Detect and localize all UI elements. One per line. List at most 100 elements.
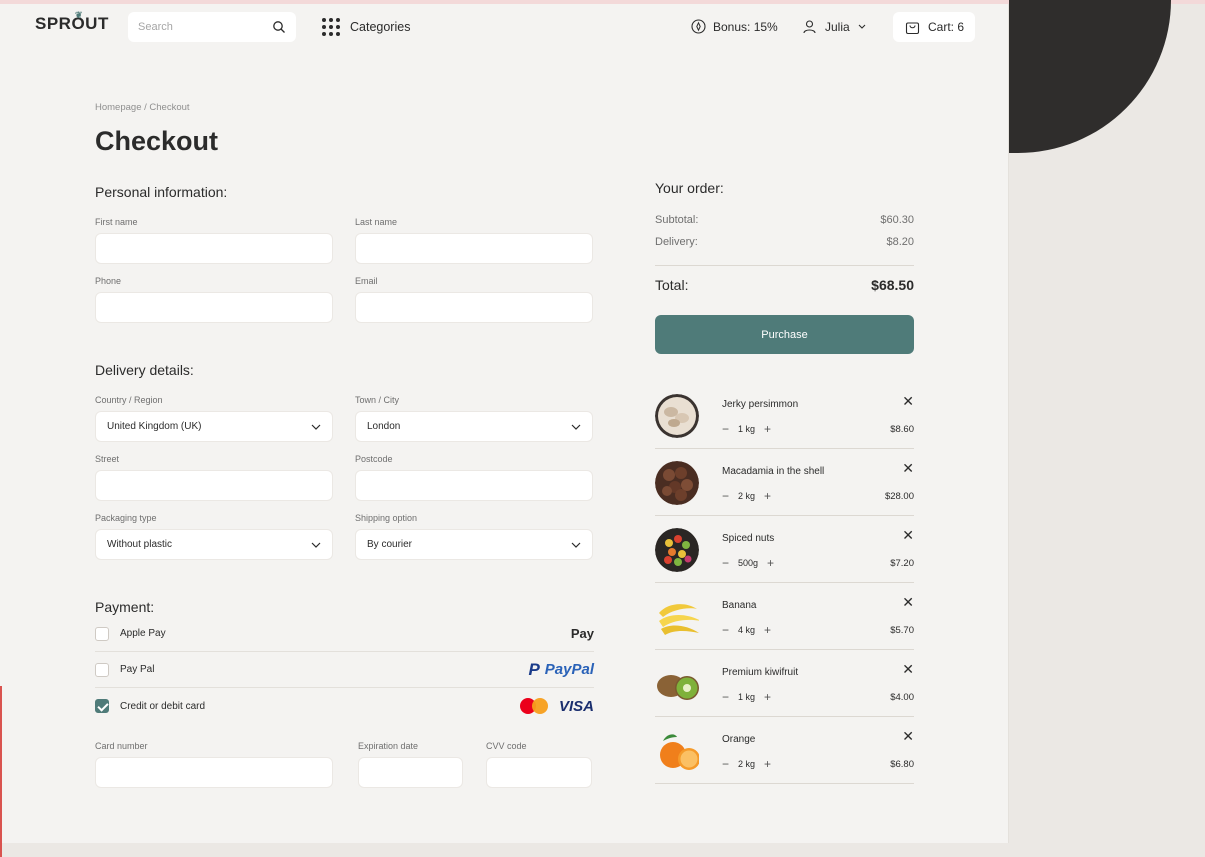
delivery-row: Delivery: $8.20	[655, 236, 914, 248]
search-placeholder: Search	[138, 21, 173, 33]
country-label: Country / Region	[95, 395, 163, 405]
plus-icon[interactable]: +	[767, 556, 774, 570]
email-field[interactable]	[355, 292, 593, 323]
cart-button[interactable]: Cart: 6	[893, 12, 975, 42]
apple-pay-checkbox[interactable]	[95, 626, 109, 641]
apple-pay-logo-text: Pay	[570, 626, 594, 641]
postcode-field[interactable]	[355, 470, 593, 501]
item-price: $7.20	[890, 558, 914, 569]
last-name-label: Last name	[355, 217, 398, 227]
kiwifruit-image	[655, 662, 699, 706]
first-name-field[interactable]	[95, 233, 333, 264]
macadamia-image	[655, 461, 699, 505]
cvv-field[interactable]	[486, 757, 592, 788]
bonus-label: Bonus: 15%	[713, 19, 778, 34]
user-menu[interactable]: Julia	[802, 19, 866, 34]
phone-field[interactable]	[95, 292, 333, 323]
personal-info-heading: Personal information:	[95, 184, 228, 200]
quantity-stepper[interactable]: − 4 kg +	[722, 623, 771, 637]
street-field[interactable]	[95, 470, 333, 501]
bonus-badge[interactable]: Bonus: 15%	[691, 19, 778, 34]
subtotal-label: Subtotal:	[655, 214, 699, 226]
minus-icon[interactable]: −	[722, 623, 729, 637]
item-name: Spiced nuts	[722, 533, 775, 544]
delivery-label: Delivery:	[655, 236, 698, 248]
item-quantity: 500g	[738, 558, 759, 568]
card-number-field[interactable]	[95, 757, 333, 788]
close-icon[interactable]: ✕	[902, 728, 914, 745]
plus-icon[interactable]: +	[764, 422, 771, 436]
item-price: $5.70	[890, 625, 914, 636]
item-price: $6.80	[890, 759, 914, 770]
card-logos: VISA	[519, 697, 594, 715]
decorative-shape	[1009, 0, 1171, 153]
logo[interactable]: ❦ SPROUT	[35, 10, 109, 34]
minus-icon[interactable]: −	[722, 556, 729, 570]
apple-pay-label: Apple Pay	[120, 628, 166, 639]
payment-option-card[interactable]: Credit or debit card VISA	[95, 688, 594, 724]
item-price: $8.60	[890, 424, 914, 435]
minus-icon[interactable]: −	[722, 690, 729, 704]
chevron-down-icon	[311, 424, 321, 430]
user-icon	[803, 20, 816, 34]
order-item: Spiced nuts − 500g + $7.20 ✕	[655, 516, 914, 583]
town-select[interactable]: London	[355, 411, 593, 442]
breadcrumb[interactable]: Homepage / Checkout	[95, 102, 190, 113]
search-icon[interactable]	[272, 20, 286, 34]
packaging-select[interactable]: Without plastic	[95, 529, 333, 560]
apple-pay-logo: Pay	[571, 626, 594, 641]
persimmon-image	[655, 394, 699, 438]
quantity-stepper[interactable]: − 500g +	[722, 556, 774, 570]
street-label: Street	[95, 454, 120, 464]
last-name-field[interactable]	[355, 233, 593, 264]
quantity-stepper[interactable]: − 2 kg +	[722, 489, 771, 503]
subtotal-row: Subtotal: $60.30	[655, 214, 914, 226]
payment-heading: Payment:	[95, 599, 155, 615]
subtotal-value: $60.30	[880, 214, 914, 226]
close-icon[interactable]: ✕	[902, 460, 914, 477]
paypal-logo-text: PayPal	[544, 661, 594, 678]
item-quantity: 1 kg	[738, 692, 756, 702]
search-input[interactable]: Search	[128, 12, 296, 42]
minus-icon[interactable]: −	[722, 757, 729, 771]
phone-label: Phone	[95, 276, 122, 286]
plus-icon[interactable]: +	[764, 757, 771, 771]
item-quantity: 1 kg	[738, 424, 756, 434]
quantity-stepper[interactable]: − 2 kg +	[722, 757, 771, 771]
shipping-value: By courier	[367, 539, 413, 550]
paypal-checkbox[interactable]	[95, 662, 109, 677]
cart-icon	[905, 21, 920, 34]
plus-icon[interactable]: +	[764, 623, 771, 637]
expiration-field[interactable]	[358, 757, 463, 788]
quantity-stepper[interactable]: − 1 kg +	[722, 422, 771, 436]
quantity-stepper[interactable]: − 1 kg +	[722, 690, 771, 704]
close-icon[interactable]: ✕	[902, 661, 914, 678]
shipping-select[interactable]: By courier	[355, 529, 593, 560]
chevron-down-icon	[858, 24, 866, 29]
close-icon[interactable]: ✕	[902, 393, 914, 410]
card-checkbox[interactable]	[95, 699, 109, 713]
purchase-button[interactable]: Purchase	[655, 315, 914, 354]
country-select[interactable]: United Kingdom (UK)	[95, 411, 333, 442]
plus-icon[interactable]: +	[764, 690, 771, 704]
close-icon[interactable]: ✕	[902, 527, 914, 544]
email-label: Email	[355, 276, 378, 286]
item-price: $28.00	[884, 491, 914, 502]
payment-option-apple-pay[interactable]: Apple Pay Pay	[95, 616, 594, 652]
country-value: United Kingdom (UK)	[107, 421, 202, 432]
mastercard-icon	[519, 698, 548, 714]
bottom-band	[0, 843, 1205, 857]
payment-option-paypal[interactable]: Pay Pal P PayPal	[95, 652, 594, 688]
minus-icon[interactable]: −	[722, 489, 729, 503]
item-quantity: 2 kg	[738, 759, 756, 769]
order-item: Orange − 2 kg + $6.80 ✕	[655, 717, 914, 784]
chevron-down-icon	[571, 542, 581, 548]
categories-button[interactable]: Categories	[322, 18, 410, 36]
minus-icon[interactable]: −	[722, 422, 729, 436]
divider	[655, 265, 914, 266]
plus-icon[interactable]: +	[764, 489, 771, 503]
banana-image	[655, 595, 699, 639]
close-icon[interactable]: ✕	[902, 594, 914, 611]
visa-logo: VISA	[558, 697, 594, 715]
sprout-icon: ❦	[75, 10, 84, 20]
